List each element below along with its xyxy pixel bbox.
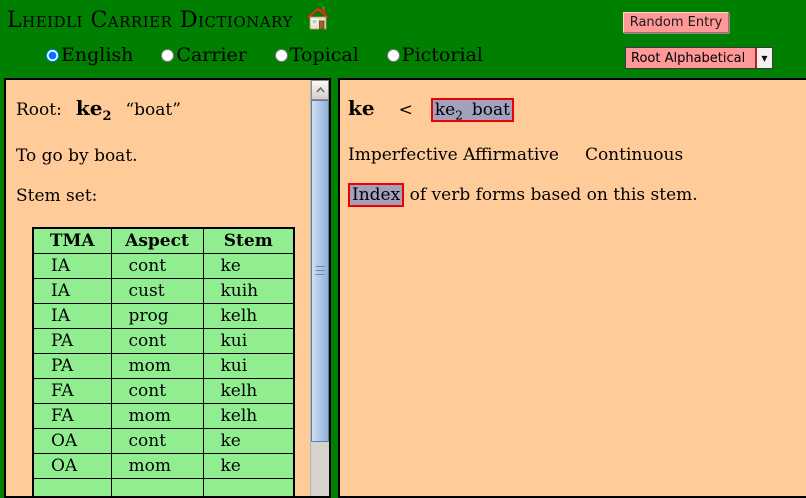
stem-headline: ke<ke2boat	[348, 97, 806, 127]
root-label: Root:	[16, 100, 62, 120]
radio-option-english[interactable]: English	[46, 44, 133, 66]
sort-order-value: Root Alphabetical	[626, 48, 755, 68]
root-link-gloss: boat	[472, 100, 510, 120]
index-line-text: of verb forms based on this stem.	[404, 185, 697, 205]
table-row: PAcontkui	[33, 328, 294, 353]
stem-table-header-row: TMA Aspect Stem	[33, 228, 294, 253]
root-gloss: “boat”	[125, 100, 180, 120]
english-radio-label: English	[61, 44, 133, 66]
chevron-up-icon	[316, 87, 325, 93]
stem-detail-panel: ke<ke2boat Imperfective AffirmativeConti…	[338, 78, 806, 498]
root-entry-panel: Root:ke2“boat” To go by boat. Stem set: …	[4, 78, 331, 498]
radio-option-carrier[interactable]: Carrier	[161, 44, 246, 66]
left-panel-scrollbar[interactable]	[310, 80, 329, 496]
root-word: ke2	[76, 96, 112, 120]
sort-order-select[interactable]: Root Alphabetical ▼	[625, 47, 773, 69]
root-line: Root: ke2 “boat”	[16, 97, 310, 128]
stem-headword: ke	[348, 96, 375, 120]
index-link[interactable]: Index	[348, 183, 404, 207]
stem-table: TMA Aspect Stem IAcontke IAcustkuih IApr…	[32, 227, 295, 496]
view-mode-radios: English Carrier Topical Pictorial	[46, 44, 511, 66]
pictorial-radio[interactable]	[387, 49, 400, 62]
category-text: Imperfective Affirmative	[348, 145, 559, 165]
table-row: IAcustkuih	[33, 278, 294, 303]
aspect-text: Continuous	[585, 145, 683, 165]
table-row: PAmomkui	[33, 353, 294, 378]
definition-text: To go by boat.	[16, 145, 310, 168]
table-row: OAcontke	[33, 428, 294, 453]
table-row	[33, 478, 294, 496]
index-line: Index of verb forms based on this stem.	[348, 184, 806, 207]
page-title: Lheidli Carrier Dictionary	[7, 8, 293, 33]
table-row: IAprogkelh	[33, 303, 294, 328]
table-row: IAcontke	[33, 253, 294, 278]
scrollbar-thumb[interactable]	[311, 100, 329, 442]
stem-set-label: Stem set:	[16, 185, 310, 208]
scrollbar-grip-icon	[316, 266, 325, 276]
header-tma: TMA	[33, 228, 111, 253]
radio-option-topical[interactable]: Topical	[275, 44, 359, 66]
header: Lheidli Carrier Dictionary	[7, 6, 331, 34]
carrier-radio[interactable]	[161, 49, 174, 62]
root-link-homophone-number: 2	[455, 108, 463, 122]
table-row: FAcontkelh	[33, 378, 294, 403]
carrier-radio-label: Carrier	[176, 44, 246, 66]
scroll-up-button[interactable]	[311, 80, 329, 100]
english-radio[interactable]	[46, 49, 59, 62]
dropdown-arrow-icon[interactable]: ▼	[755, 48, 772, 68]
radio-option-pictorial[interactable]: Pictorial	[387, 44, 483, 66]
root-entry-content: Root:ke2“boat” To go by boat. Stem set: …	[6, 80, 310, 496]
header-aspect: Aspect	[111, 228, 203, 253]
category-line: Imperfective Affirmative Continuous	[348, 144, 806, 167]
scrollbar-track[interactable]	[311, 100, 329, 496]
topical-radio[interactable]	[275, 49, 288, 62]
root-link[interactable]: ke2boat	[431, 98, 514, 122]
header-stem: Stem	[203, 228, 294, 253]
topical-radio-label: Topical	[290, 44, 359, 66]
random-entry-button[interactable]: Random Entry	[623, 12, 729, 33]
derived-from-symbol: <	[399, 100, 413, 120]
home-icon[interactable]	[305, 6, 331, 34]
table-row: OAmomke	[33, 453, 294, 478]
root-homophone-number: 2	[102, 109, 111, 124]
table-row: FAmomkelh	[33, 403, 294, 428]
pictorial-radio-label: Pictorial	[402, 44, 483, 66]
